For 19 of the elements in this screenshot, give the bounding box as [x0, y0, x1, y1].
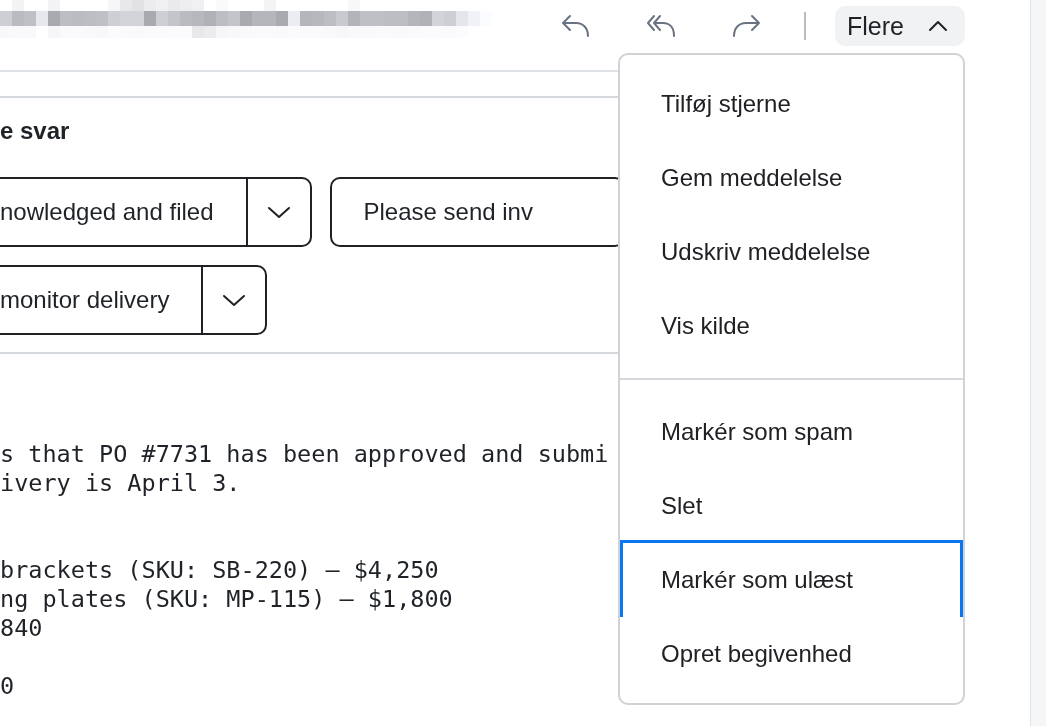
chevron-up-icon: [928, 20, 948, 32]
reply-all-icon: [646, 14, 677, 38]
reply-icon: [560, 14, 591, 38]
caret-down-icon: [222, 293, 247, 307]
caret-down-icon: [266, 205, 291, 219]
forward-icon: [732, 14, 763, 38]
forward-button[interactable]: [732, 14, 763, 38]
message-text: brackets (SKU: SB-220) — $4,250 ng plates (SKU: MP-115) — $1,800 840: [0, 556, 453, 643]
dropdown-button[interactable]: [201, 265, 268, 335]
message-text: s that PO #7731 has been approved and submi ivery is April 3.: [0, 440, 609, 498]
dropdown-button[interactable]: [245, 177, 312, 247]
quick-reply-button[interactable]: monitor delivery: [0, 265, 202, 335]
menu-item[interactable]: Markér som ulæst: [620, 540, 963, 620]
section-heading: e svar: [0, 116, 70, 146]
reply-button[interactable]: [560, 14, 591, 38]
more-button[interactable]: Flere: [835, 6, 965, 46]
message-text: 0: [0, 672, 15, 701]
reply-all-button[interactable]: [646, 14, 677, 38]
quick-reply-button[interactable]: nowledged and filed: [0, 177, 246, 247]
